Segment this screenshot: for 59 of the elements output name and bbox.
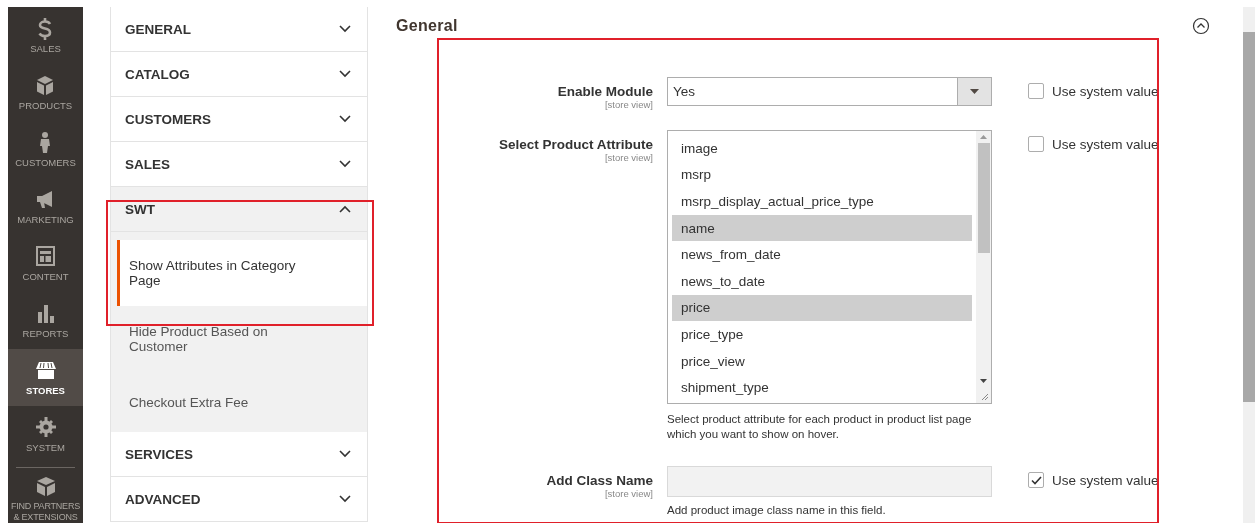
sidebar-link[interactable]: Checkout Extra Fee	[117, 372, 367, 432]
caret-icon	[970, 89, 979, 94]
chevron-down-icon	[339, 115, 351, 123]
field-hint: Select product attribute for each product in product list page which you want to show on hover.	[667, 412, 973, 442]
layout-icon	[34, 245, 57, 268]
checkbox-label: Use system value	[1052, 83, 1159, 99]
chevron-down-icon	[339, 450, 351, 458]
list-option[interactable]: price_view	[672, 347, 972, 375]
scope-label: [store view]	[604, 152, 653, 163]
scroll-up-icon	[980, 135, 987, 139]
dropdown[interactable]: Yes	[667, 77, 992, 106]
menu-item[interactable]: FIND PARTNERS & EXTENSIONS	[8, 471, 83, 523]
list-option[interactable]: price	[672, 294, 972, 322]
list-option[interactable]: price_type	[672, 321, 972, 348]
checkbox[interactable]	[1028, 83, 1044, 99]
menu-item[interactable]: SALES	[8, 7, 83, 64]
list-option[interactable]: msrp	[672, 161, 972, 189]
checkbox-label: Use system value	[1052, 472, 1159, 488]
checkbox[interactable]	[1028, 472, 1044, 488]
field-label: Enable Module	[557, 84, 653, 99]
checkbox[interactable]	[1028, 136, 1044, 152]
check-icon	[1030, 475, 1042, 485]
chevron-down-icon	[339, 160, 351, 168]
scope-label: [store view]	[604, 99, 653, 110]
list-option[interactable]: shipment_type	[672, 374, 972, 401]
list-option[interactable]: image	[672, 135, 972, 162]
scrollbar[interactable]	[976, 131, 991, 403]
menu-item[interactable]: MARKETING	[8, 178, 83, 235]
scrollbar[interactable]	[1243, 7, 1255, 523]
list-option[interactable]: news_to_date	[672, 267, 972, 295]
menu-item[interactable]: CUSTOMERS	[8, 121, 83, 178]
section-header[interactable]: SWT	[111, 187, 367, 232]
chevron-up-icon	[339, 205, 351, 213]
chevron-down-icon	[339, 25, 351, 33]
list-option[interactable]: msrp_display_actual_price_type	[672, 188, 972, 215]
menu-item[interactable]: CONTENT	[8, 235, 83, 292]
gear-icon	[34, 416, 57, 439]
field-label: Select Product Attribute	[498, 137, 653, 152]
multiselect-list[interactable]: image msrp msrp_display_actual_price_type name news_from_date news_to_date price price_type price_view shipment_type	[667, 130, 992, 404]
blocks-icon	[34, 475, 57, 498]
sidebar-link[interactable]: Hide Product Based on Customer	[117, 306, 367, 372]
menu-item[interactable]: REPORTS	[8, 292, 83, 349]
field-hint: Add product image class name in this field.	[667, 503, 887, 518]
list-option[interactable]: name	[672, 214, 972, 242]
resize-grip-icon	[981, 393, 989, 401]
menu-item[interactable]: PRODUCTS	[8, 64, 83, 121]
list-option[interactable]: news_from_date	[672, 241, 972, 268]
field-label: Add Class Name	[546, 473, 653, 488]
scroll-down-icon	[980, 379, 987, 383]
storefront-icon	[34, 359, 57, 382]
chevron-down-icon	[339, 495, 351, 503]
collapse-icon[interactable]	[1192, 17, 1210, 35]
chevron-down-icon	[339, 70, 351, 78]
section-title: General	[396, 17, 458, 35]
menu-item[interactable]: STORES	[8, 349, 83, 406]
scope-label: [store view]	[604, 488, 653, 499]
sidebar-link[interactable]: Show Attributes in Category Page	[117, 240, 367, 306]
checkbox-label: Use system value	[1052, 136, 1159, 152]
menu-item[interactable]: SYSTEM	[8, 406, 83, 463]
